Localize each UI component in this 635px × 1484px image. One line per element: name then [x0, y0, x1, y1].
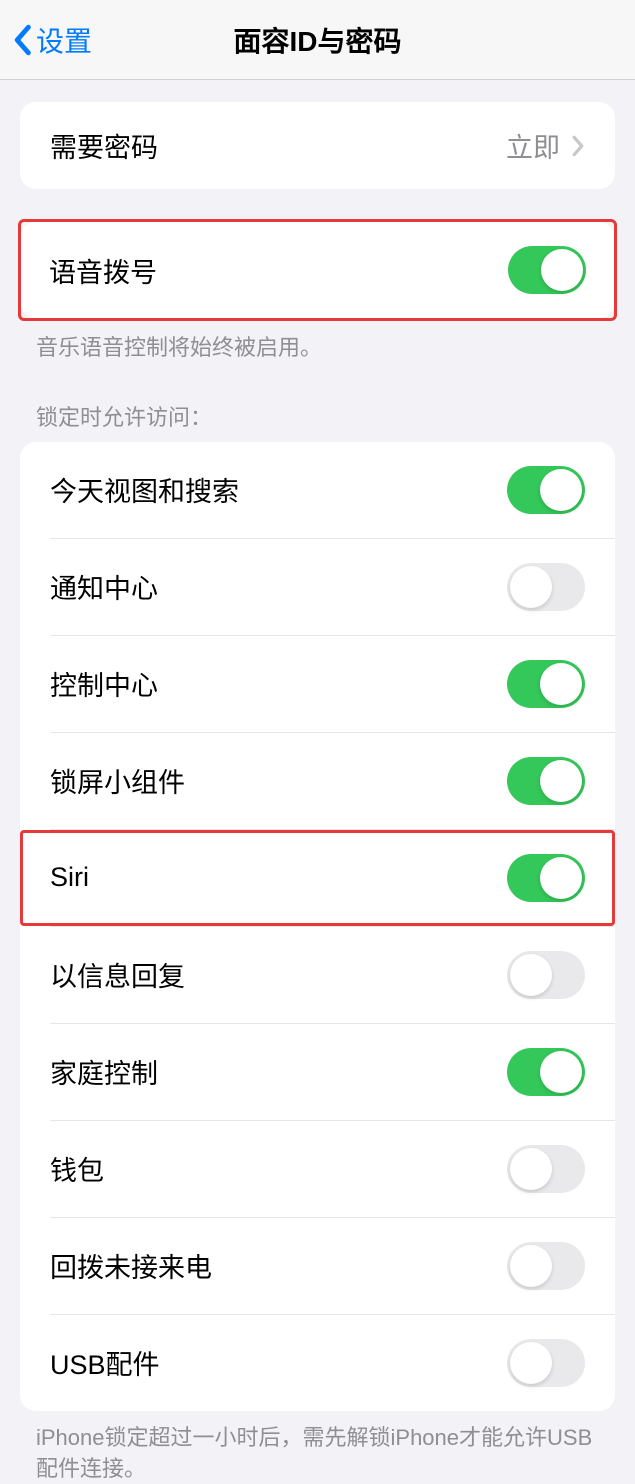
lock-access-row: 以信息回复: [20, 927, 615, 1023]
lock-access-row: 钱包: [20, 1121, 615, 1217]
chevron-right-icon: [572, 135, 585, 157]
back-button[interactable]: 设置: [0, 20, 92, 60]
lock-access-row: Siri: [20, 830, 615, 926]
lock-access-header: 锁定时允许访问：: [0, 400, 635, 442]
navigation-bar: 设置 面容ID与密码: [0, 0, 635, 80]
lock-access-toggle[interactable]: [507, 1339, 585, 1387]
lock-access-label: 锁屏小组件: [50, 761, 185, 800]
lock-access-toggle[interactable]: [507, 854, 585, 902]
lock-access-toggle[interactable]: [507, 1145, 585, 1193]
lock-access-toggle[interactable]: [507, 757, 585, 805]
lock-access-row: 控制中心: [20, 636, 615, 732]
lock-access-label: 家庭控制: [50, 1052, 158, 1091]
lock-access-toggle[interactable]: [507, 563, 585, 611]
lock-access-label: Siri: [50, 862, 89, 893]
lock-access-label: 控制中心: [50, 664, 158, 703]
lock-access-row: 通知中心: [20, 539, 615, 635]
lock-access-label: 回拨未接来电: [50, 1246, 212, 1285]
lock-access-row: 家庭控制: [20, 1024, 615, 1120]
chevron-left-icon: [12, 24, 32, 56]
lock-access-toggle[interactable]: [507, 660, 585, 708]
passcode-required-group: 需要密码 立即: [20, 102, 615, 189]
lock-access-label: 通知中心: [50, 567, 158, 606]
lock-access-toggle[interactable]: [507, 1242, 585, 1290]
page-title: 面容ID与密码: [0, 20, 635, 60]
voice-dial-toggle[interactable]: [508, 246, 586, 294]
lock-access-label: 以信息回复: [50, 955, 185, 994]
require-passcode-row[interactable]: 需要密码 立即: [20, 102, 615, 189]
back-label: 设置: [36, 20, 92, 60]
lock-access-label: USB配件: [50, 1343, 160, 1382]
lock-access-toggle[interactable]: [507, 951, 585, 999]
lock-access-row: 回拨未接来电: [20, 1218, 615, 1314]
require-passcode-label: 需要密码: [50, 126, 158, 165]
lock-access-row: 今天视图和搜索: [20, 442, 615, 538]
lock-access-row: USB配件: [20, 1315, 615, 1411]
require-passcode-value: 立即: [506, 126, 560, 165]
lock-access-toggle[interactable]: [507, 1048, 585, 1096]
lock-access-toggle[interactable]: [507, 466, 585, 514]
lock-access-group: 今天视图和搜索通知中心控制中心锁屏小组件 Siri 以信息回复家庭控制钱包回拨未接来…: [20, 442, 615, 1411]
lock-access-label: 钱包: [50, 1149, 104, 1188]
lock-access-label: 今天视图和搜索: [50, 470, 239, 509]
lock-access-footer: iPhone锁定超过一小时后，需先解锁iPhone才能允许USB配件连接。: [0, 1411, 635, 1484]
voice-dial-highlight: 语音拨号: [18, 219, 617, 321]
lock-access-row: 锁屏小组件: [20, 733, 615, 829]
voice-dial-row: 语音拨号: [21, 222, 614, 318]
voice-dial-label: 语音拨号: [49, 251, 157, 290]
voice-dial-footer: 音乐语音控制将始终被启用。: [0, 321, 635, 364]
